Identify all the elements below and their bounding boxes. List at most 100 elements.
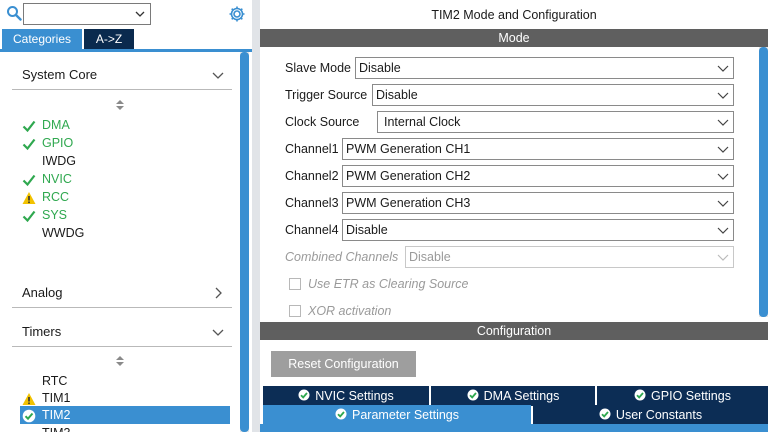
channel2-select[interactable]: PWM Generation CH2 bbox=[342, 165, 734, 187]
chevron-down-icon[interactable] bbox=[212, 326, 224, 338]
channel4-value: Disable bbox=[346, 223, 388, 237]
channel3-value: PWM Generation CH3 bbox=[346, 196, 471, 210]
slave-mode-value: Disable bbox=[359, 61, 401, 75]
configuration-section-header[interactable]: Configuration bbox=[260, 322, 768, 340]
check-icon bbox=[22, 174, 36, 187]
tab-categories[interactable]: Categories bbox=[2, 29, 82, 49]
list-item-label: DMA bbox=[42, 118, 70, 132]
tab-gpio-settings[interactable]: GPIO Settings bbox=[597, 386, 768, 406]
chevron-down-icon bbox=[717, 119, 729, 126]
channel1-label: Channel1 bbox=[285, 142, 339, 156]
channel2-label: Channel2 bbox=[285, 169, 339, 183]
list-item-label: NVIC bbox=[42, 172, 72, 186]
list-item-tim2[interactable]: TIM2 bbox=[20, 406, 230, 424]
list-item-label: WWDG bbox=[42, 226, 85, 240]
channel3-label: Channel3 bbox=[285, 196, 339, 210]
category-label: System Core bbox=[22, 67, 98, 82]
list-item-label: RTC bbox=[42, 374, 68, 388]
tab-label: DMA Settings bbox=[483, 389, 560, 403]
sort-icon[interactable] bbox=[115, 355, 125, 367]
category-analog[interactable]: Analog bbox=[12, 278, 232, 308]
tab-user-constants[interactable]: User Constants bbox=[533, 405, 768, 425]
list-item-label: IWDG bbox=[42, 154, 77, 168]
channel1-select[interactable]: PWM Generation CH1 bbox=[342, 138, 734, 160]
tab-dma-settings[interactable]: DMA Settings bbox=[431, 386, 595, 406]
list-item-label: RCC bbox=[42, 190, 70, 204]
check-circle-icon bbox=[335, 408, 347, 420]
reset-configuration-button[interactable]: Reset Configuration bbox=[271, 351, 416, 377]
left-pane: Categories A->Z System Core DMA GPIO IWD… bbox=[0, 0, 252, 432]
channel2-value: PWM Generation CH2 bbox=[346, 169, 471, 183]
clock-source-value: Internal Clock bbox=[384, 115, 461, 129]
check-circle-icon bbox=[22, 409, 36, 423]
chevron-down-icon bbox=[717, 200, 729, 207]
mode-scrollbar-thumb[interactable] bbox=[759, 47, 768, 317]
tab-parameter-settings[interactable]: Parameter Settings bbox=[263, 405, 531, 425]
trigger-source-select[interactable]: Disable bbox=[372, 84, 734, 106]
tab-label: Parameter Settings bbox=[352, 408, 459, 422]
slave-mode-label: Slave Mode bbox=[285, 61, 352, 75]
tab-label: User Constants bbox=[615, 408, 703, 422]
etr-clearing-label: Use ETR as Clearing Source bbox=[308, 277, 469, 291]
chevron-down-icon bbox=[717, 227, 729, 234]
pane-splitter[interactable] bbox=[252, 0, 260, 432]
xor-activation-label: XOR activation bbox=[308, 304, 392, 317]
trigger-source-label: Trigger Source bbox=[285, 88, 368, 102]
search-input[interactable] bbox=[23, 3, 151, 25]
xor-activation-checkbox bbox=[289, 305, 301, 317]
channel4-label: Channel4 bbox=[285, 223, 339, 237]
list-item-label: TIM1 bbox=[42, 391, 71, 405]
check-circle-icon bbox=[599, 408, 611, 420]
chevron-right-icon[interactable] bbox=[212, 287, 224, 299]
list-item-label: GPIO bbox=[42, 136, 74, 150]
check-icon bbox=[22, 120, 36, 133]
sort-icon[interactable] bbox=[115, 99, 125, 111]
clock-source-label: Clock Source bbox=[285, 115, 360, 129]
gear-icon[interactable] bbox=[228, 5, 246, 23]
trigger-source-value: Disable bbox=[376, 88, 418, 102]
channel3-select[interactable]: PWM Generation CH3 bbox=[342, 192, 734, 214]
mode-section-header[interactable]: Mode bbox=[260, 29, 768, 47]
left-scrollbar-thumb[interactable] bbox=[240, 52, 249, 432]
chevron-down-icon[interactable] bbox=[212, 69, 224, 81]
category-label: Timers bbox=[22, 324, 62, 339]
search-row bbox=[6, 3, 250, 25]
tab-label: GPIO Settings bbox=[651, 389, 731, 403]
chevron-down-icon bbox=[717, 254, 729, 261]
right-pane: TIM2 Mode and Configuration Mode Slave M… bbox=[260, 0, 768, 432]
check-circle-icon bbox=[298, 389, 310, 401]
category-system-core[interactable]: System Core bbox=[12, 60, 232, 90]
combined-channels-select: Disable bbox=[405, 246, 734, 268]
tabs-underline bbox=[0, 49, 252, 52]
category-timers[interactable]: Timers bbox=[12, 317, 232, 347]
category-list: System Core DMA GPIO IWDG NVIC RCC SYS W… bbox=[10, 56, 240, 432]
mode-panel: Slave Mode Disable Trigger Source Disabl… bbox=[260, 47, 768, 317]
warning-icon bbox=[22, 192, 36, 204]
channel1-value: PWM Generation CH1 bbox=[346, 142, 471, 156]
search-icon[interactable] bbox=[6, 5, 22, 21]
check-icon bbox=[22, 138, 36, 151]
chevron-down-icon bbox=[717, 146, 729, 153]
category-label: Analog bbox=[22, 285, 63, 300]
tab-label: NVIC Settings bbox=[315, 389, 394, 403]
etr-clearing-checkbox bbox=[289, 278, 301, 290]
check-circle-icon bbox=[634, 389, 646, 401]
tab-a-to-z[interactable]: A->Z bbox=[84, 29, 134, 49]
slave-mode-select[interactable]: Disable bbox=[355, 57, 734, 79]
chevron-down-icon bbox=[717, 92, 729, 99]
chevron-down-icon bbox=[717, 173, 729, 180]
active-tab-underline bbox=[260, 424, 768, 432]
list-item-label: TIM3 bbox=[42, 424, 70, 432]
combined-channels-value: Disable bbox=[409, 250, 451, 264]
check-icon bbox=[22, 210, 36, 223]
list-item-label: SYS bbox=[42, 208, 68, 222]
check-circle-icon bbox=[467, 389, 479, 401]
channel4-select[interactable]: Disable bbox=[342, 219, 734, 241]
clock-source-select[interactable]: Internal Clock bbox=[377, 111, 734, 133]
tab-nvic-settings[interactable]: NVIC Settings bbox=[263, 386, 429, 406]
warning-icon bbox=[22, 393, 36, 405]
chevron-down-icon bbox=[717, 65, 729, 72]
combined-channels-label: Combined Channels bbox=[285, 250, 399, 264]
page-title: TIM2 Mode and Configuration bbox=[431, 8, 597, 22]
chevron-down-icon[interactable] bbox=[134, 8, 146, 20]
